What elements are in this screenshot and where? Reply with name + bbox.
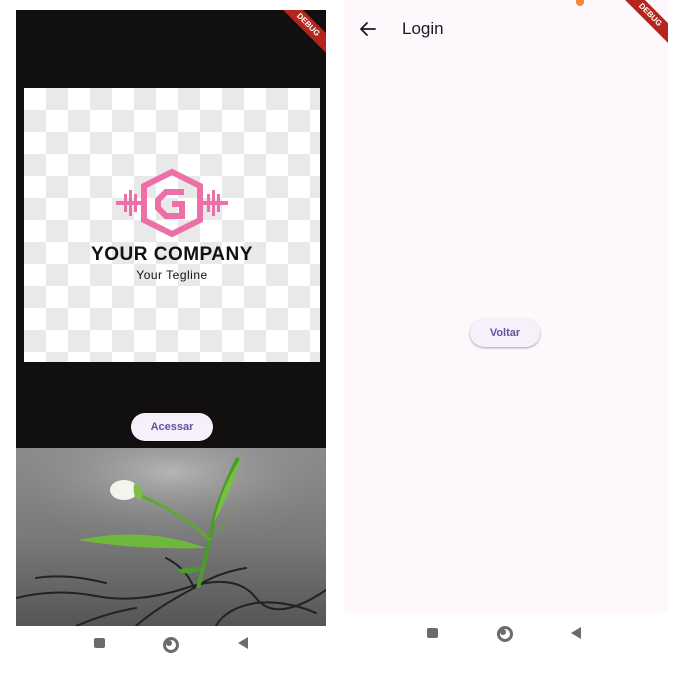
debug-banner: DEBUG [274, 10, 326, 59]
home-screen: DEBUG YOUR COMPANY Your Tegline Acessar [16, 0, 326, 676]
company-name: YOUR COMPANY [91, 244, 253, 265]
square-recents-icon[interactable] [94, 638, 105, 648]
square-recents-icon[interactable] [427, 628, 438, 638]
acessar-button[interactable]: Acessar [131, 413, 213, 441]
triangle-back-icon[interactable] [571, 627, 581, 639]
system-nav-bar [16, 630, 326, 658]
company-tagline: Your Tegline [136, 268, 208, 282]
app-bar: Login [344, 0, 668, 58]
page-title: Login [402, 19, 444, 38]
triangle-back-icon[interactable] [238, 637, 248, 649]
circle-home-icon[interactable] [163, 637, 179, 653]
system-nav-bar [344, 618, 668, 646]
sprout-through-asphalt-image [16, 448, 326, 626]
company-logo: YOUR COMPANY Your Tegline [24, 88, 320, 362]
arrow-left-icon[interactable] [358, 19, 378, 39]
voltar-button[interactable]: Voltar [470, 319, 540, 347]
barbell-g-hexagon-icon [116, 168, 228, 238]
login-screen: DEBUG Login Voltar [344, 0, 668, 676]
home-screen-body: DEBUG YOUR COMPANY Your Tegline Acessar [16, 10, 326, 626]
login-screen-body: DEBUG Login Voltar [344, 0, 668, 613]
circle-home-icon[interactable] [497, 626, 513, 642]
